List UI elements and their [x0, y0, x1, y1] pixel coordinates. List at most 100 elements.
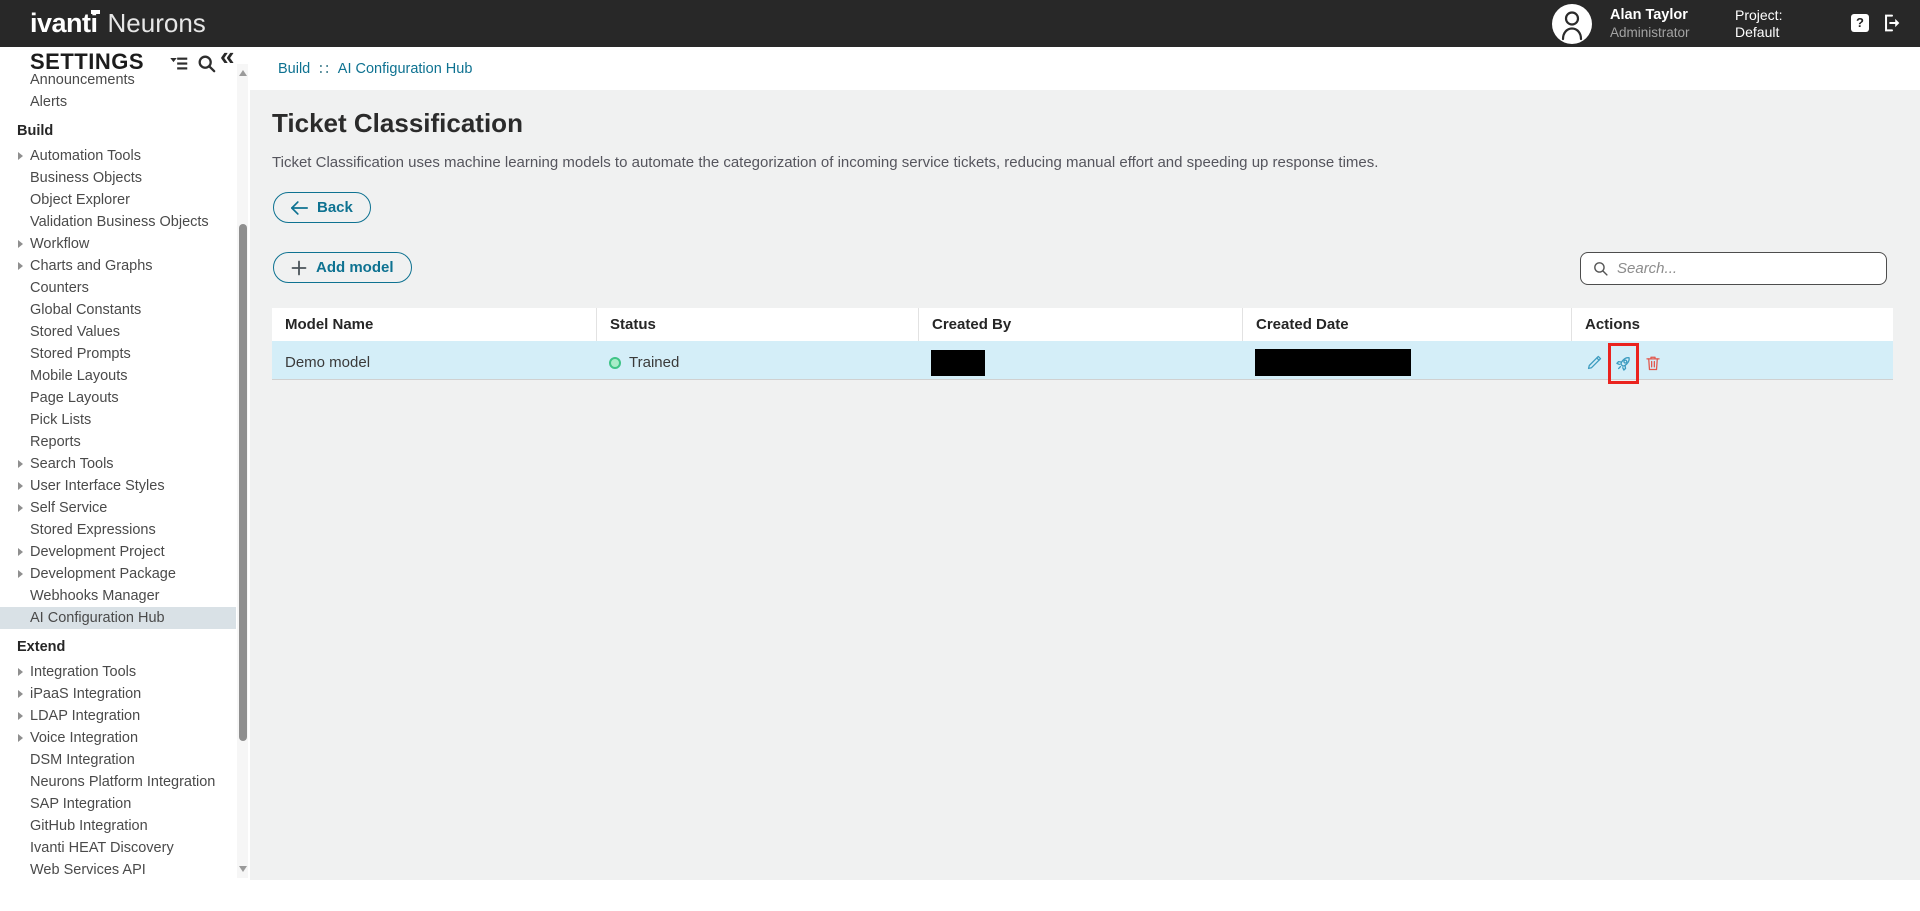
sidebar-item-search-tools[interactable]: Search Tools	[0, 453, 236, 475]
sidebar-item-object-explorer[interactable]: Object Explorer	[0, 189, 236, 211]
actions-cell	[1571, 341, 1893, 384]
logo-brand: ivanti	[30, 8, 98, 39]
collapse-sidebar-icon[interactable]: «	[220, 41, 234, 72]
edit-pencil-icon[interactable]	[1584, 352, 1605, 373]
expand-caret-icon[interactable]	[18, 152, 23, 160]
scroll-up-icon[interactable]	[239, 70, 247, 76]
column-header-status: Status	[596, 308, 918, 341]
sidebar-item-integration-tools[interactable]: Integration Tools	[0, 661, 236, 683]
sidebar-item-label: Self Service	[30, 500, 107, 516]
logo-product: Neurons	[108, 8, 206, 39]
user-name: Alan Taylor	[1610, 7, 1690, 24]
column-header-actions: Actions	[1571, 308, 1893, 341]
back-button[interactable]: Back	[273, 192, 371, 223]
redaction-box	[1255, 349, 1411, 376]
sidebar-item-stored-prompts[interactable]: Stored Prompts	[0, 343, 236, 365]
scrollbar-thumb[interactable]	[239, 224, 247, 741]
project-label: Project:	[1735, 7, 1782, 24]
column-header-created-by: Created By	[918, 308, 1242, 341]
expand-caret-icon[interactable]	[18, 460, 23, 468]
sidebar-item-voice-integration[interactable]: Voice Integration	[0, 727, 236, 749]
sidebar-item-stored-expressions[interactable]: Stored Expressions	[0, 519, 236, 541]
breadcrumb-ai-configuration-hub[interactable]: AI Configuration Hub	[338, 61, 473, 77]
sidebar-item-automation-tools[interactable]: Automation Tools	[0, 145, 236, 167]
sidebar-item-ldap-integration[interactable]: LDAP Integration	[0, 705, 236, 727]
column-header-created-date: Created Date	[1242, 308, 1571, 341]
sidebar-item-label: User Interface Styles	[30, 478, 165, 494]
sidebar-item-dsm-integration[interactable]: DSM Integration	[0, 749, 236, 771]
expand-caret-icon[interactable]	[18, 734, 23, 742]
table-row[interactable]: Demo modelTrained	[272, 341, 1893, 380]
sidebar-item-announcements[interactable]: Announcements	[0, 69, 236, 91]
user-role: Administrator	[1610, 24, 1690, 41]
person-icon	[1552, 4, 1592, 44]
sidebar-item-user-interface-styles[interactable]: User Interface Styles	[0, 475, 236, 497]
sidebar-item-label: Build	[17, 123, 53, 139]
sidebar-item-label: GitHub Integration	[30, 818, 148, 834]
expand-caret-icon[interactable]	[18, 668, 23, 676]
expand-caret-icon[interactable]	[18, 482, 23, 490]
sidebar-item-ai-configuration-hub[interactable]: AI Configuration Hub	[0, 607, 236, 629]
sidebar-item-ipaas-integration[interactable]: iPaaS Integration	[0, 683, 236, 705]
deploy-rocket-icon[interactable]	[1613, 353, 1634, 374]
project-value: Default	[1735, 24, 1782, 41]
logout-icon[interactable]	[1881, 12, 1903, 34]
sidebar-item-alerts[interactable]: Alerts	[0, 91, 236, 113]
expand-caret-icon[interactable]	[18, 690, 23, 698]
sidebar-item-self-service[interactable]: Self Service	[0, 497, 236, 519]
sidebar-item-label: Stored Expressions	[30, 522, 156, 538]
breadcrumb-separator-icon: ∷	[319, 60, 329, 78]
status-dot-icon	[609, 357, 621, 369]
sidebar-item-reports[interactable]: Reports	[0, 431, 236, 453]
sidebar-scrollbar[interactable]	[237, 64, 248, 878]
delete-trash-icon[interactable]	[1642, 352, 1663, 373]
sidebar-list: AnnouncementsAlerts Build Automation Tools…	[0, 69, 236, 881]
search-input[interactable]	[1617, 260, 1867, 277]
sidebar-item-web-services-api[interactable]: Web Services API	[0, 859, 236, 881]
sidebar-item-label: Development Project	[30, 544, 165, 560]
expand-caret-icon[interactable]	[18, 504, 23, 512]
sidebar-item-label: Stored Prompts	[30, 346, 131, 362]
sidebar-item-label: Voice Integration	[30, 730, 138, 746]
sidebar-item-workflow[interactable]: Workflow	[0, 233, 236, 255]
sidebar-item-ivanti-heat-discovery[interactable]: Ivanti HEAT Discovery	[0, 837, 236, 859]
table-body: Demo modelTrained	[272, 341, 1893, 380]
sidebar-item-neurons-platform-integration[interactable]: Neurons Platform Integration	[0, 771, 236, 793]
sidebar-item-development-project[interactable]: Development Project	[0, 541, 236, 563]
sidebar-item-label: Search Tools	[30, 456, 114, 472]
scroll-down-icon[interactable]	[239, 866, 247, 872]
sidebar-item-global-constants[interactable]: Global Constants	[0, 299, 236, 321]
screen: ivanti Neurons Alan Taylor Administrator…	[0, 0, 1920, 911]
sidebar-item-github-integration[interactable]: GitHub Integration	[0, 815, 236, 837]
sidebar-item-counters[interactable]: Counters	[0, 277, 236, 299]
page-description: Ticket Classification uses machine learn…	[272, 154, 1378, 171]
project-selector[interactable]: Project: Default	[1735, 7, 1782, 41]
sidebar-item-mobile-layouts[interactable]: Mobile Layouts	[0, 365, 236, 387]
sidebar-item-label: Mobile Layouts	[30, 368, 128, 384]
expand-caret-icon[interactable]	[18, 712, 23, 720]
sidebar-item-label: Extend	[17, 639, 65, 655]
search-box	[1580, 252, 1887, 285]
help-icon[interactable]: ?	[1851, 14, 1869, 32]
add-model-button[interactable]: Add model	[273, 252, 412, 283]
expand-caret-icon[interactable]	[18, 240, 23, 248]
created-by-cell	[918, 341, 1242, 384]
sidebar-item-development-package[interactable]: Development Package	[0, 563, 236, 585]
sidebar-item-validation-business-objects[interactable]: Validation Business Objects	[0, 211, 236, 233]
sidebar-item-charts-and-graphs[interactable]: Charts and Graphs	[0, 255, 236, 277]
expand-caret-icon[interactable]	[18, 548, 23, 556]
sidebar-item-business-objects[interactable]: Business Objects	[0, 167, 236, 189]
sidebar-item-pick-lists[interactable]: Pick Lists	[0, 409, 236, 431]
status-label: Trained	[629, 354, 679, 371]
sidebar-item-stored-values[interactable]: Stored Values	[0, 321, 236, 343]
status-cell: Trained	[596, 341, 918, 384]
sidebar-item-label: Pick Lists	[30, 412, 91, 428]
sidebar-item-page-layouts[interactable]: Page Layouts	[0, 387, 236, 409]
expand-caret-icon[interactable]	[18, 570, 23, 578]
sidebar-item-webhooks-manager[interactable]: Webhooks Manager	[0, 585, 236, 607]
breadcrumb-build[interactable]: Build	[278, 61, 310, 77]
sidebar-item-sap-integration[interactable]: SAP Integration	[0, 793, 236, 815]
user-avatar[interactable]	[1552, 4, 1592, 44]
app-logo: ivanti Neurons	[30, 8, 206, 39]
expand-caret-icon[interactable]	[18, 262, 23, 270]
